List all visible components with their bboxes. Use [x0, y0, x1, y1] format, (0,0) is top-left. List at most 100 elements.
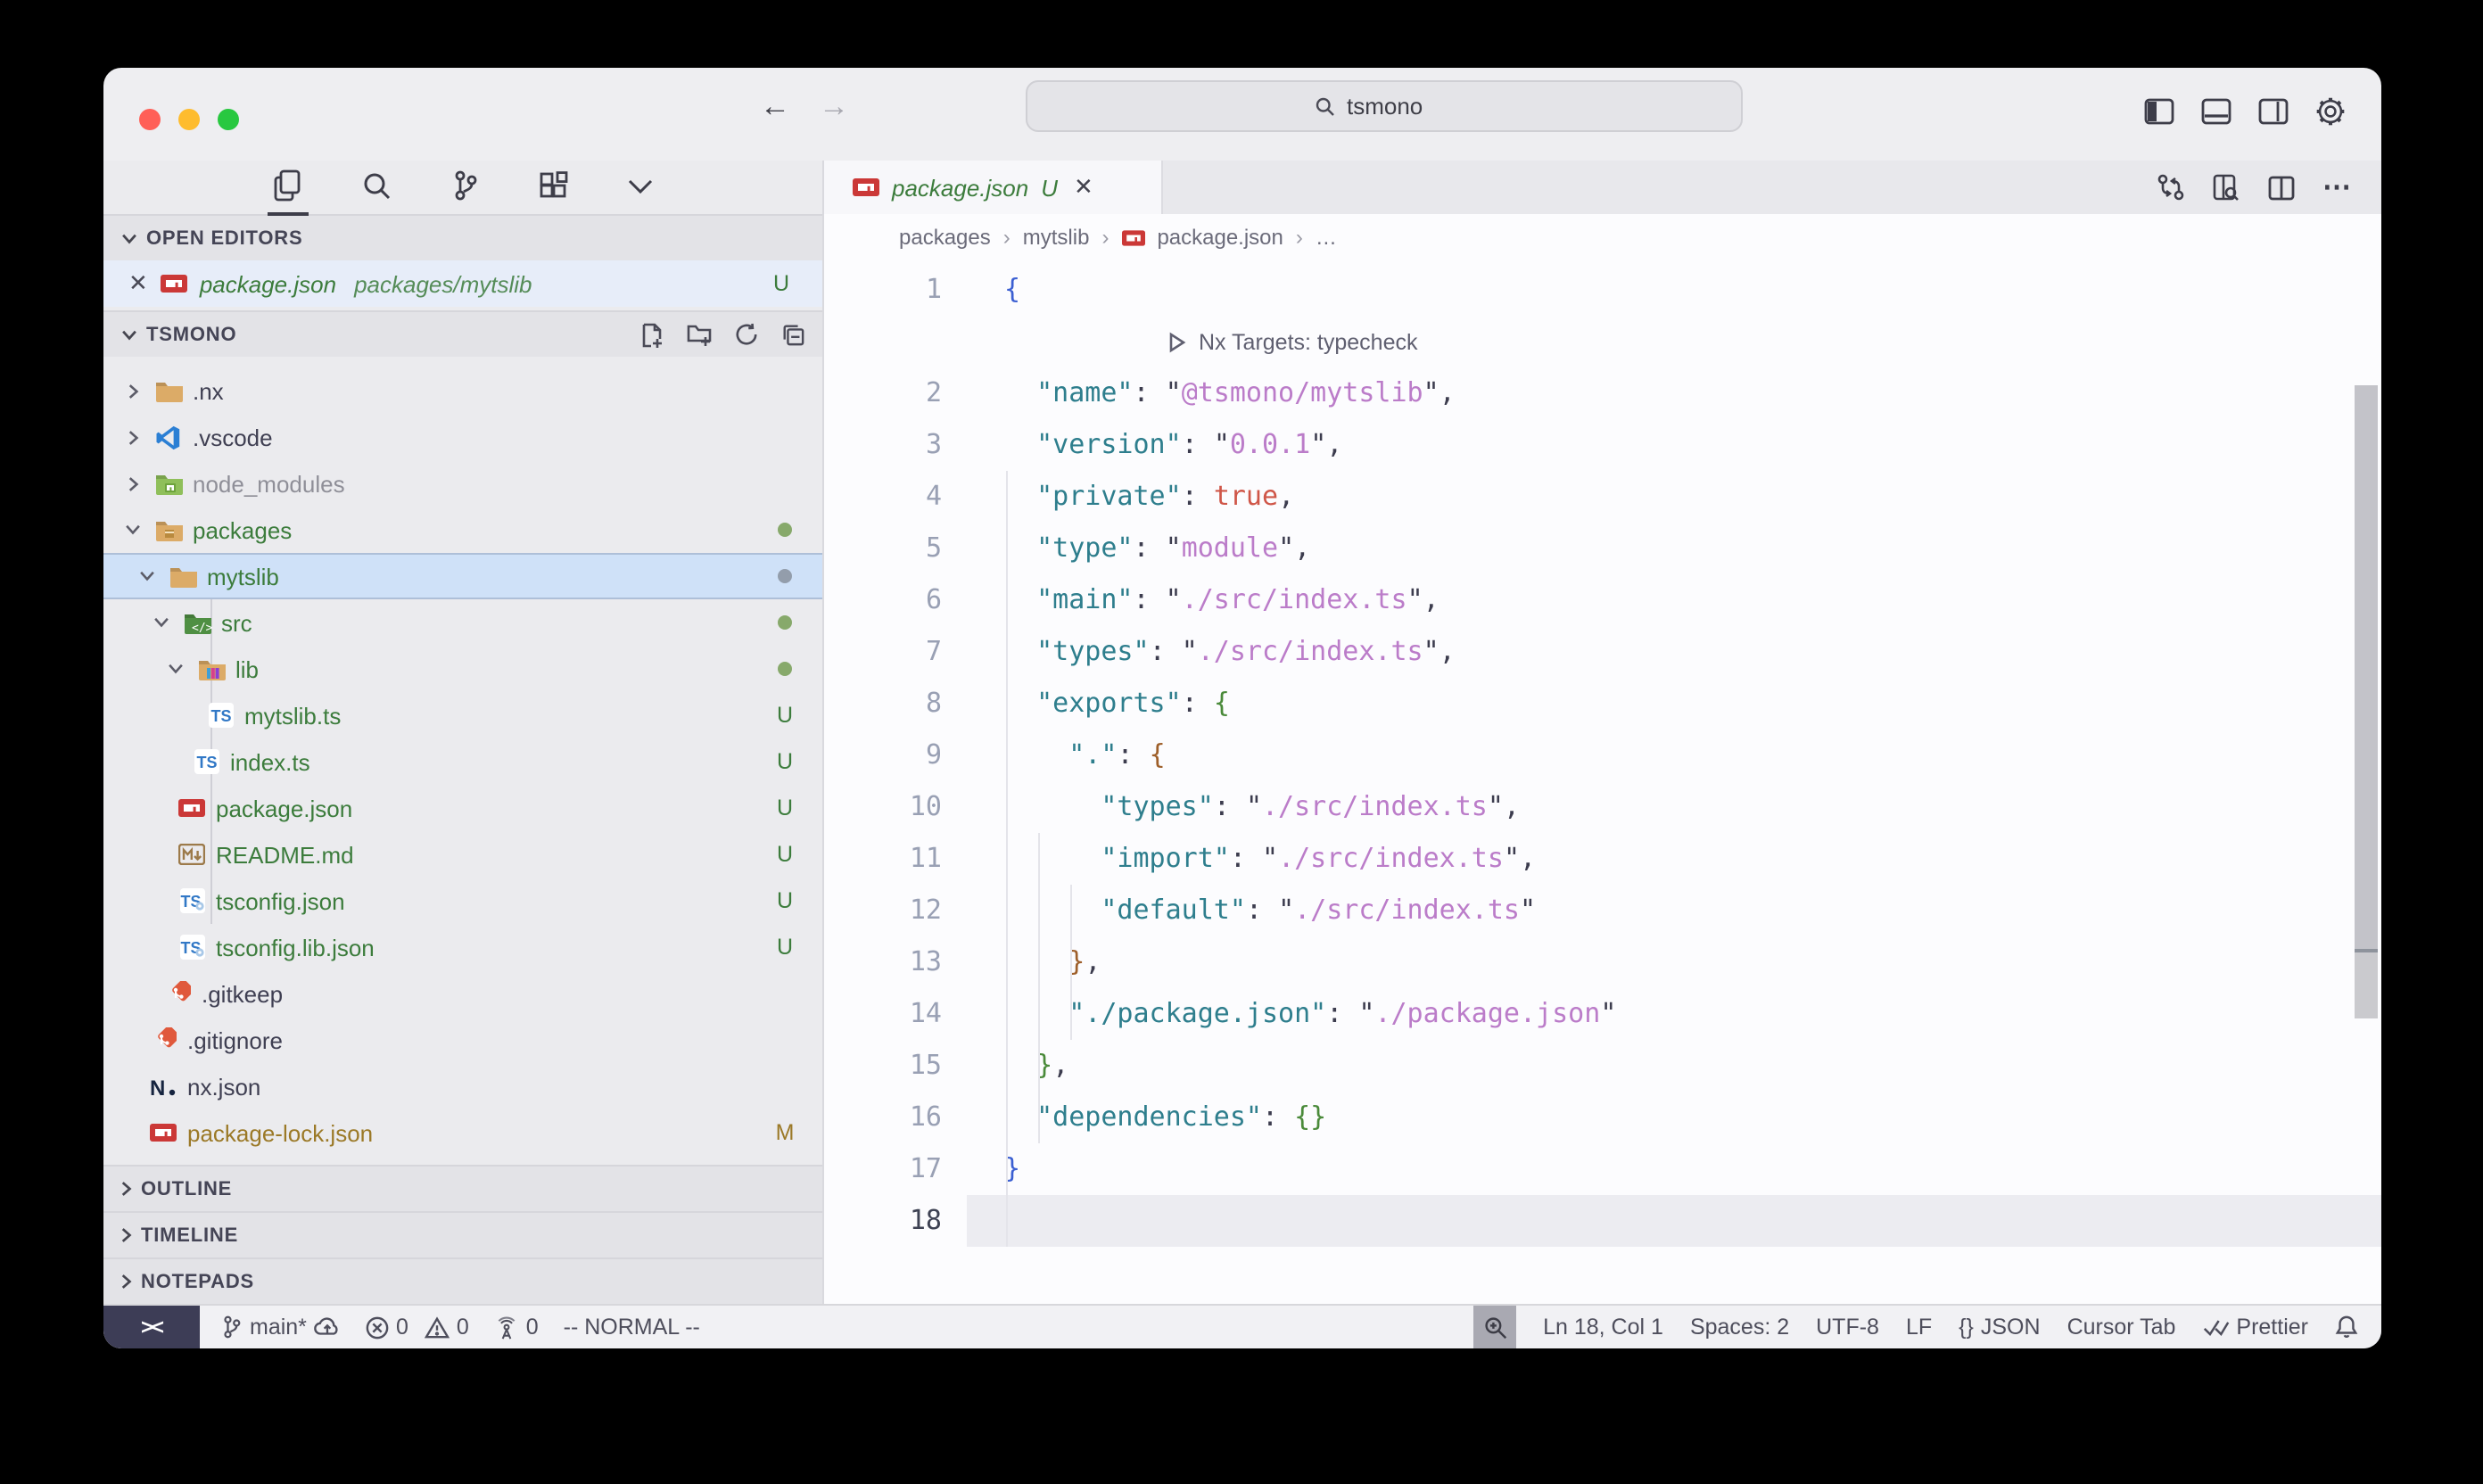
twisty-icon[interactable] — [121, 475, 144, 491]
command-center-search[interactable] — [1026, 80, 1743, 132]
tree-item-label: mytslib — [207, 563, 279, 589]
new-file-icon[interactable] — [640, 322, 664, 347]
breadcrumb-item[interactable]: package.json — [1157, 225, 1283, 250]
split-editor-icon[interactable] — [2267, 174, 2296, 201]
tree-item-src[interactable]: </> src — [103, 599, 822, 646]
line-number: 6 — [824, 574, 942, 626]
git-icon — [162, 981, 193, 1006]
source-control-icon[interactable] — [451, 169, 480, 205]
svg-text:N: N — [150, 1076, 165, 1098]
search-view-icon[interactable] — [362, 170, 392, 204]
tree-item-tsconfig-json[interactable]: TS tsconfig.json U — [103, 878, 822, 924]
workspace-header[interactable]: TSMONO — [103, 310, 822, 357]
tree-item-mytslib[interactable]: mytslib — [103, 553, 822, 599]
line-number: 13 — [824, 936, 942, 988]
tab-package-json[interactable]: package.json U ✕ — [824, 161, 1163, 214]
more-actions-icon[interactable]: ⋯ — [2322, 169, 2355, 205]
twisty-icon[interactable] — [150, 617, 173, 628]
tree-item-mytslib-ts[interactable]: TS mytslib.ts U — [103, 692, 822, 738]
encoding-status[interactable]: UTF-8 — [1816, 1315, 1879, 1340]
workspace-title: TSMONO — [146, 324, 236, 345]
tree-item-nx-json[interactable]: N nx.json — [103, 1063, 822, 1109]
ports-status[interactable]: 0 — [494, 1315, 539, 1340]
formatter-status[interactable]: Prettier — [2202, 1315, 2308, 1340]
line-number: 3 — [824, 419, 942, 471]
close-editor-icon[interactable]: ✕ — [128, 269, 148, 298]
folder-npm-icon — [153, 472, 184, 495]
code-line-3: 3 "version": "0.0.1", — [824, 419, 2381, 471]
tree-item-package-json[interactable]: package.json U — [103, 785, 822, 831]
collapse-all-icon[interactable] — [781, 322, 804, 347]
vim-mode-status[interactable]: -- NORMAL -- — [564, 1315, 700, 1340]
eol-status[interactable]: LF — [1906, 1315, 1932, 1340]
tree-item-package-lock-json[interactable]: package-lock.json M — [103, 1109, 822, 1156]
code-editor[interactable]: 1{Nx Targets: typecheck2 "name": "@tsmon… — [824, 260, 2381, 1304]
tree-item-lib[interactable]: lib — [103, 646, 822, 692]
search-editor-icon[interactable] — [2212, 173, 2240, 202]
toggle-panel-icon[interactable] — [2201, 98, 2231, 125]
screencast-zoom-indicator[interactable] — [1473, 1305, 1516, 1348]
remote-indicator[interactable]: >< — [103, 1306, 200, 1348]
notepads-section-header[interactable]: NOTEPADS — [103, 1257, 822, 1304]
tree-item-label: node_modules — [193, 470, 345, 497]
close-tab-icon[interactable]: ✕ — [1074, 173, 1093, 202]
cursor-tab-status[interactable]: Cursor Tab — [2067, 1315, 2176, 1340]
tree-item--gitkeep[interactable]: .gitkeep — [103, 970, 822, 1017]
breadcrumb-separator: › — [1296, 225, 1303, 250]
outline-section-header[interactable]: OUTLINE — [103, 1165, 822, 1211]
tree-item--vscode[interactable]: .vscode — [103, 414, 822, 460]
errors-icon — [366, 1315, 389, 1339]
open-changes-icon[interactable] — [2157, 173, 2185, 202]
forward-icon[interactable]: → — [819, 89, 849, 125]
tree-item-node-modules[interactable]: node_modules — [103, 460, 822, 507]
open-editor-item[interactable]: ✕ package.json packages/mytslib U — [103, 260, 822, 307]
indentation-status[interactable]: Spaces: 2 — [1690, 1315, 1789, 1340]
tree-item-packages[interactable]: packages — [103, 507, 822, 553]
code-line-2: 2 "name": "@tsmono/mytslib", — [824, 367, 2381, 419]
line-number: 16 — [824, 1092, 942, 1143]
editor-area: package.json U ✕ ⋯ — [824, 161, 2381, 1304]
git-dot-badge — [778, 615, 792, 630]
line-number: 14 — [824, 988, 942, 1040]
refresh-icon[interactable] — [735, 322, 758, 347]
tree-item--nx[interactable]: .nx — [103, 367, 822, 414]
extensions-icon[interactable] — [539, 170, 569, 204]
npm-icon — [1121, 229, 1144, 245]
back-icon[interactable]: ← — [760, 89, 790, 125]
breadcrumb-item[interactable]: … — [1316, 225, 1337, 250]
more-views-chevron-icon[interactable] — [628, 177, 653, 197]
twisty-icon[interactable] — [164, 664, 187, 674]
twisty-icon[interactable] — [121, 383, 144, 399]
tree-item-readme-md[interactable]: README.md U — [103, 831, 822, 878]
codelens-nx-targets[interactable]: Nx Targets: typecheck — [824, 316, 2381, 367]
cursor-position-status[interactable]: Ln 18, Col 1 — [1543, 1315, 1663, 1340]
minimize-window-button[interactable] — [178, 109, 200, 130]
editor-scrollbar[interactable] — [2355, 385, 2378, 1018]
double-check-icon — [2202, 1317, 2229, 1337]
breadcrumb-item[interactable]: packages — [899, 225, 991, 250]
language-mode-status[interactable]: {}JSON — [1959, 1315, 2040, 1340]
close-window-button[interactable] — [139, 109, 161, 130]
notifications-bell-icon[interactable] — [2335, 1315, 2358, 1340]
twisty-icon[interactable] — [121, 524, 144, 535]
open-editor-path: packages/mytslib — [354, 270, 532, 297]
open-editors-header[interactable]: OPEN EDITORS — [103, 214, 822, 260]
tree-item-tsconfig-lib-json[interactable]: TS tsconfig.lib.json U — [103, 924, 822, 970]
problems-status[interactable]: 0 0 — [366, 1315, 469, 1340]
zoom-window-button[interactable] — [218, 109, 239, 130]
timeline-section-header[interactable]: TIMELINE — [103, 1211, 822, 1257]
new-folder-icon[interactable] — [687, 322, 712, 347]
tree-item--gitignore[interactable]: .gitignore — [103, 1017, 822, 1063]
toggle-primary-sidebar-icon[interactable] — [2144, 98, 2174, 125]
toggle-secondary-sidebar-icon[interactable] — [2258, 98, 2289, 125]
breadcrumb-item[interactable]: mytslib — [1023, 225, 1090, 250]
indent-guide — [1038, 833, 1040, 1143]
twisty-icon[interactable] — [136, 571, 159, 581]
settings-gear-icon[interactable] — [2315, 96, 2346, 127]
git-branch-status[interactable]: main* — [221, 1315, 341, 1340]
twisty-icon[interactable] — [121, 429, 144, 445]
search-input[interactable] — [1347, 93, 1454, 120]
explorer-icon[interactable] — [273, 169, 303, 205]
tree-item-index-ts[interactable]: TS index.ts U — [103, 738, 822, 785]
line-number: 7 — [824, 626, 942, 678]
